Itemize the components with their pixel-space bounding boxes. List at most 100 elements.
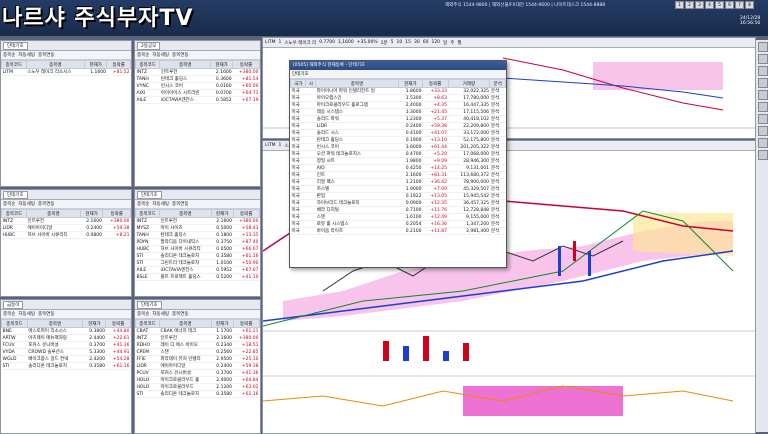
table-row[interactable]: INTZ 인트루전 2.1600 +380.00 (135, 68, 260, 76)
table-row[interactable]: WGLD 베이크옵스 골드 컨넥 2.4200 +54.28 (1, 355, 131, 363)
table-row[interactable]: VYNC 빈시스 코어 0.0160 +60.00 (135, 82, 260, 90)
option-auto[interactable]: 자동세팅 (18, 52, 35, 58)
chart-tool-button[interactable]: 일 (443, 40, 447, 46)
table-row[interactable]: STI 솔리디온 테크놀로지 0.3580 +61.16 (135, 390, 260, 398)
column-header[interactable]: 등락률 (421, 79, 449, 88)
table-row[interactable]: HUBC 허브 사이버 시큐리티 0.0800 +8.21 (1, 231, 131, 239)
screen-tab[interactable]: 2 (685, 1, 694, 9)
option-sort[interactable]: 종목순 (137, 311, 149, 317)
tool-icon[interactable] (758, 138, 768, 148)
option-link[interactable]: 종목연동 (172, 52, 189, 58)
table-row[interactable]: PDYN 팔라디움 다이내믹스 0.3750 +87.40 (135, 238, 260, 246)
column-header[interactable]: 종목코드 (135, 60, 161, 69)
table-row[interactable]: AILE iOCTAVIA엔전스 0.5952 +67.07 (135, 266, 260, 274)
table-row[interactable]: AILE iOCTAVIA엔전스 0.5852 +67.19 (135, 96, 260, 104)
column-header[interactable]: 종목명 (315, 79, 399, 88)
option-auto[interactable]: 자동세팅 (18, 201, 35, 207)
chart-tool-button[interactable]: 30 (414, 40, 420, 45)
column-header[interactable]: 종목코드 (135, 209, 161, 218)
table-row[interactable]: INTZ 인트루전 2.1600 +380.00 (135, 334, 260, 342)
table-row[interactable]: LIDR 에이아이디알 0.2400 +59.38 (135, 362, 260, 370)
column-header[interactable]: 종목명 (25, 60, 86, 69)
table-row[interactable]: 미국 정밀 시트 1.9800 +9.09 28,946,300 분석 (290, 157, 506, 165)
table-row[interactable]: 미국 AIO 0.4250 +14.25 9,131,001 분석 (290, 164, 506, 172)
chart-tool-button[interactable]: 1분 (381, 40, 388, 46)
table-row[interactable]: 미국 파이어니어 파워 인텔리전트 일 1.8600 +33.33 32,022,325… (290, 87, 506, 95)
table-row[interactable]: 미국 솔리드 시스 0.4100 +41.07 33,172,000 분석 (290, 129, 506, 137)
chart-tool-button[interactable]: +35.00% (357, 40, 378, 45)
chart-tool-button[interactable]: LITM (265, 40, 275, 45)
table-row[interactable]: PCUV 포커스 유니버설 0.3700 +41.36 (135, 369, 260, 377)
chart-tool-button[interactable]: 주 (450, 40, 454, 46)
chart-tool-button[interactable]: 1 (278, 143, 281, 148)
table-row[interactable]: STI 그린트리 테크놀로지 1.0100 +50.90 (135, 259, 260, 267)
screen-tab[interactable]: 6 (725, 1, 734, 9)
chart-tool-button[interactable]: 120 (431, 40, 440, 45)
column-header[interactable]: 국가 (289, 79, 307, 88)
table-row[interactable]: 미국 로봇 홀 시스템스 0.2054 +16.36 1,347,200 분석 (290, 220, 506, 228)
table-row[interactable]: 미국 솔리드 파워 1.2300 +5.37 40,418,102 분석 (290, 115, 506, 123)
chart-tool-button[interactable]: 15 (405, 40, 411, 45)
table-row[interactable]: 미국 인트 2.1600 +81.31 113,680,372 분석 (290, 171, 506, 179)
option-link[interactable]: 종목연동 (172, 201, 189, 207)
column-header[interactable]: 종목명 (25, 209, 81, 218)
tool-icon[interactable] (758, 90, 768, 100)
option-link[interactable]: 종목연동 (38, 201, 55, 207)
table-row[interactable]: RDHO 레이 디 에스 바이오 0.2340 +18.51 (135, 341, 260, 349)
column-header[interactable]: 현재가 (210, 209, 234, 218)
tool-icon[interactable] (758, 54, 768, 64)
table-row[interactable]: 미국 판업 0.1922 +13.05 15,945,542 분석 (290, 192, 506, 200)
column-header[interactable]: 현재가 (79, 209, 104, 218)
table-row[interactable]: 미국 LIDR 0.2400 +59.38 22,209,800 분석 (290, 122, 506, 130)
column-header[interactable]: 등락률 (102, 209, 131, 218)
tool-icon[interactable] (758, 42, 768, 52)
table-row[interactable]: 미국 마이크로클라우드 홀로그램 2.4000 +4.35 16,447,335 분석 (290, 101, 506, 109)
table-row[interactable]: ARTW 아츠웨이 매뉴팩처링 2.4400 +22.61 (1, 334, 131, 342)
column-header[interactable]: 등락률 (106, 60, 131, 69)
option-sort[interactable]: 종목순 (3, 201, 15, 207)
table-row[interactable]: CPEM 스텐 0.2560 +22.85 (135, 348, 260, 356)
option-link[interactable]: 종목연동 (38, 52, 55, 58)
screen-tab[interactable]: 4 (705, 1, 714, 9)
chart-tool-button[interactable]: 0.7700 (319, 40, 335, 45)
column-header[interactable]: 종목명 (159, 209, 212, 218)
tool-icon[interactable] (758, 114, 768, 124)
option-link[interactable]: 종목연동 (172, 311, 189, 317)
screen-tab[interactable]: 7 (735, 1, 744, 9)
popup-search[interactable]: 단테기호 (292, 71, 309, 77)
table-row[interactable]: LITM 스노우 레이크 리소시스 1.1600 +81.52 (1, 68, 131, 76)
column-header[interactable]: 등락률 (232, 209, 260, 218)
column-header[interactable]: 분석 (489, 79, 506, 88)
table-row[interactable]: TANH 탄테크 홀딩스 0.1800 +13.35 (135, 231, 260, 239)
tool-icon[interactable] (758, 126, 768, 136)
table-row[interactable]: STI 솔리디온 테크놀로지 0.3580 +61.16 (135, 252, 260, 260)
panel-search[interactable]: 단테기호 (3, 190, 28, 199)
table-row[interactable]: HOLO 마이크로클라우드 홀 2.4000 +64.84 (135, 376, 260, 384)
column-header[interactable]: 종목코드 (1, 319, 28, 328)
table-row[interactable]: 미국 빈시스 코어 3.6000 +61.44 201,205,322 분석 (290, 143, 506, 151)
screen-tab[interactable]: 3 (695, 1, 704, 9)
chart-tool-button[interactable]: 60 (423, 40, 429, 45)
panel-search[interactable]: 2등공모 (137, 41, 161, 50)
table-row[interactable]: MYSZ 마이 사이즈 0.5000 +58.43 (135, 224, 260, 232)
tool-icon[interactable] (758, 102, 768, 112)
panel-search[interactable]: 단테기호 (137, 190, 162, 199)
option-auto[interactable]: 자동세팅 (18, 311, 35, 317)
column-header[interactable]: 종목코드 (135, 319, 161, 328)
table-row[interactable]: FCUV 포커스 유니버설 0.3700 +41.36 (1, 341, 131, 349)
column-header[interactable]: 현재가 (84, 60, 108, 69)
chart-tool-button[interactable]: 1,1600 (338, 40, 354, 45)
table-row[interactable]: FFIE 파라데이 퓨처 인텔리 2.9500 +25.10 (135, 355, 260, 363)
tool-icon[interactable] (758, 150, 768, 160)
table-row[interactable]: AIXI 아이아이스 시트라빈 0.0700 +64.71 (135, 89, 260, 97)
table-row[interactable]: INTZ 인트루전 2.1600 +380.00 (1, 217, 131, 225)
table-row[interactable]: TANH 탄테크 홀딩스 0.3600 +81.54 (135, 75, 260, 83)
table-row[interactable]: 미국 탄테크 홀딩스 0.1900 +13.10 52,175,800 분석 (290, 136, 506, 144)
table-row[interactable]: 미국 아이오랩스인 1.5300 +8.63 17,780,000 분석 (290, 94, 506, 102)
option-link[interactable]: 종목연동 (38, 311, 55, 317)
column-header[interactable]: 거래량 (447, 79, 491, 88)
option-sort[interactable]: 종목순 (3, 52, 15, 58)
table-row[interactable]: CBAT CBAK 에너지 테크 1.1700 +61.21 (135, 327, 260, 335)
tool-icon[interactable] (758, 78, 768, 88)
option-sort[interactable]: 종목순 (3, 311, 15, 317)
